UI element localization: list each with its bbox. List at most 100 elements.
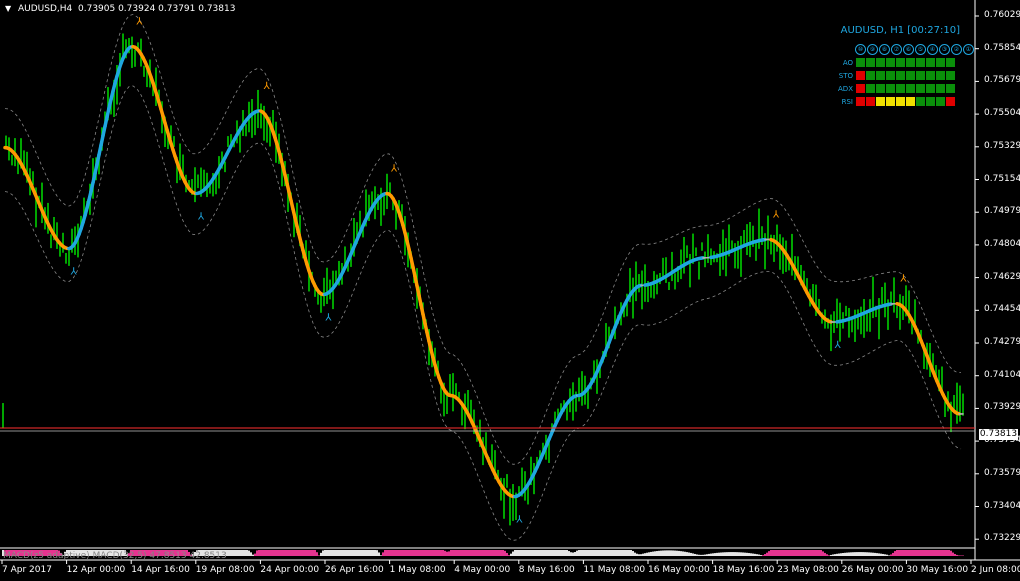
- date-tick-label: 18 May 16:00: [712, 565, 775, 575]
- price-tick-label: 0.74629: [984, 271, 1020, 282]
- current-price-label: 0.73813: [979, 429, 1018, 440]
- price-tick-label: 0.74454: [984, 304, 1020, 315]
- sell-arrow-icon: ⅄: [773, 209, 780, 220]
- signal-cell: [886, 71, 895, 80]
- buy-arrow-icon: ⅄: [516, 515, 523, 526]
- price-tick-label: 0.76029: [984, 10, 1020, 20]
- signal-cell: [866, 97, 875, 106]
- timeframe-circle: ⑩: [855, 44, 866, 55]
- header-dropdown-icon[interactable]: ▼: [5, 4, 11, 13]
- signal-cell: [926, 84, 935, 93]
- date-tick-label: 30 May 16:00: [906, 565, 969, 575]
- date-tick-label: 14 Apr 16:00: [131, 565, 190, 575]
- signal-cell: [936, 84, 945, 93]
- indicator-row: AO: [835, 58, 956, 67]
- signal-cell: [946, 58, 955, 67]
- signal-panel: AUDUSD, H1 [00:27:10] ⑩⑨⑧⑦⑥⑤④③②① AO STO AD…: [835, 22, 974, 112]
- signal-cell: [896, 58, 905, 67]
- signal-cell: [906, 58, 915, 67]
- price-tick-label: 0.74279: [984, 337, 1020, 347]
- buy-arrow-icon: ⅄: [835, 340, 842, 351]
- timeframe-circle: ⑤: [915, 44, 926, 55]
- signal-cell: [866, 58, 875, 67]
- date-tick-label: 2 Jun 08:00: [971, 565, 1020, 575]
- signal-cell: [926, 71, 935, 80]
- signal-cell: [876, 84, 885, 93]
- date-tick-label: 8 May 16:00: [518, 565, 575, 575]
- signal-cell: [946, 71, 955, 80]
- signal-cell: [876, 71, 885, 80]
- price-tick-label: 0.75329: [984, 140, 1020, 151]
- signal-cell: [936, 97, 945, 106]
- signal-cell: [946, 97, 955, 106]
- price-tick-label: 0.73929: [984, 402, 1020, 413]
- upper-envelope: [4, 13, 961, 465]
- price-tick-label: 0.74104: [984, 369, 1020, 380]
- signal-cell: [856, 84, 865, 93]
- signal-cell: [856, 71, 865, 80]
- signal-cell: [906, 84, 915, 93]
- signal-cell: [926, 58, 935, 67]
- timeframe-row: ⑩⑨⑧⑦⑥⑤④③②①: [855, 44, 974, 55]
- date-tick-label: 7 Apr 2017: [2, 565, 52, 575]
- signal-cell: [886, 97, 895, 106]
- sell-arrow-icon: ⅄: [900, 274, 907, 285]
- signal-cell: [896, 84, 905, 93]
- signal-cell: [896, 71, 905, 80]
- buy-arrow-icon: ⅄: [71, 267, 78, 278]
- signal-cell: [896, 97, 905, 106]
- panel-title: AUDUSD, H1 [00:27:10]: [840, 25, 960, 36]
- symbol-timeframe: AUDUSD,H4: [18, 4, 73, 14]
- price-tick-label: 0.73404: [984, 500, 1020, 511]
- sell-arrow-icon: ⅄: [136, 17, 143, 28]
- timeframe-circle: ⑦: [891, 44, 902, 55]
- price-tick-label: 0.74979: [984, 206, 1020, 217]
- date-tick-label: 16 May 00:00: [648, 565, 710, 575]
- signal-cell: [906, 71, 915, 80]
- signal-cell: [856, 58, 865, 67]
- signal-cell: [886, 58, 895, 67]
- sell-arrow-icon: ⅄: [264, 81, 271, 92]
- timeframe-circle: ⑧: [879, 44, 890, 55]
- signal-cell: [856, 97, 865, 106]
- price-tick-label: 0.75854: [984, 42, 1020, 53]
- signal-cell: [876, 58, 885, 67]
- sell-arrow-icon: ⅄: [391, 164, 398, 175]
- date-tick-label: 26 Apr 16:00: [325, 565, 384, 575]
- price-tick-label: 0.75679: [984, 75, 1020, 86]
- chart-header: ▼ AUDUSD,H4 0.73905 0.73924 0.73791 0.73…: [5, 4, 235, 14]
- signal-cell: [916, 58, 925, 67]
- indicator-label: ADX: [838, 84, 853, 93]
- indicator-row: RSI: [835, 97, 956, 106]
- buy-arrow-icon: ⅄: [198, 212, 205, 223]
- timeframe-circle: ③: [939, 44, 950, 55]
- indicator-row: ADX: [835, 84, 956, 93]
- buy-arrow-icon: ⅄: [325, 313, 332, 324]
- price-tick-label: 0.75154: [984, 173, 1020, 184]
- signal-cell: [866, 84, 875, 93]
- indicator-label: STO: [838, 71, 853, 80]
- timeframe-circle: ⑨: [867, 44, 878, 55]
- date-tick-label: 4 May 00:00: [454, 565, 511, 575]
- price-tick-label: 0.73579: [984, 467, 1020, 478]
- signal-cell: [936, 71, 945, 80]
- price-tick-label: 0.74804: [984, 238, 1020, 249]
- date-tick-label: 24 Apr 00:00: [260, 565, 320, 575]
- indicator-row: STO: [835, 71, 956, 80]
- timeframe-circle: ⑥: [903, 44, 914, 55]
- timeframe-circle: ④: [927, 44, 938, 55]
- price-tick-label: 0.73229: [984, 533, 1020, 544]
- signal-cell: [926, 97, 935, 106]
- signal-cell: [916, 97, 925, 106]
- signal-cell: [936, 58, 945, 67]
- signal-cell: [906, 97, 915, 106]
- indicator-label: AO: [842, 58, 853, 67]
- macd-label: MACD(z5 adaptive) MACD(32,5) 47.8513 42.…: [3, 551, 227, 561]
- signal-cell: [916, 71, 925, 80]
- date-tick-label: 19 Apr 08:00: [195, 565, 255, 575]
- signal-cell: [916, 84, 925, 93]
- date-tick-label: 23 May 08:00: [777, 565, 839, 575]
- date-tick-label: 12 Apr 00:00: [66, 565, 126, 575]
- timeframe-circle: ②: [951, 44, 962, 55]
- signal-cell: [946, 84, 955, 93]
